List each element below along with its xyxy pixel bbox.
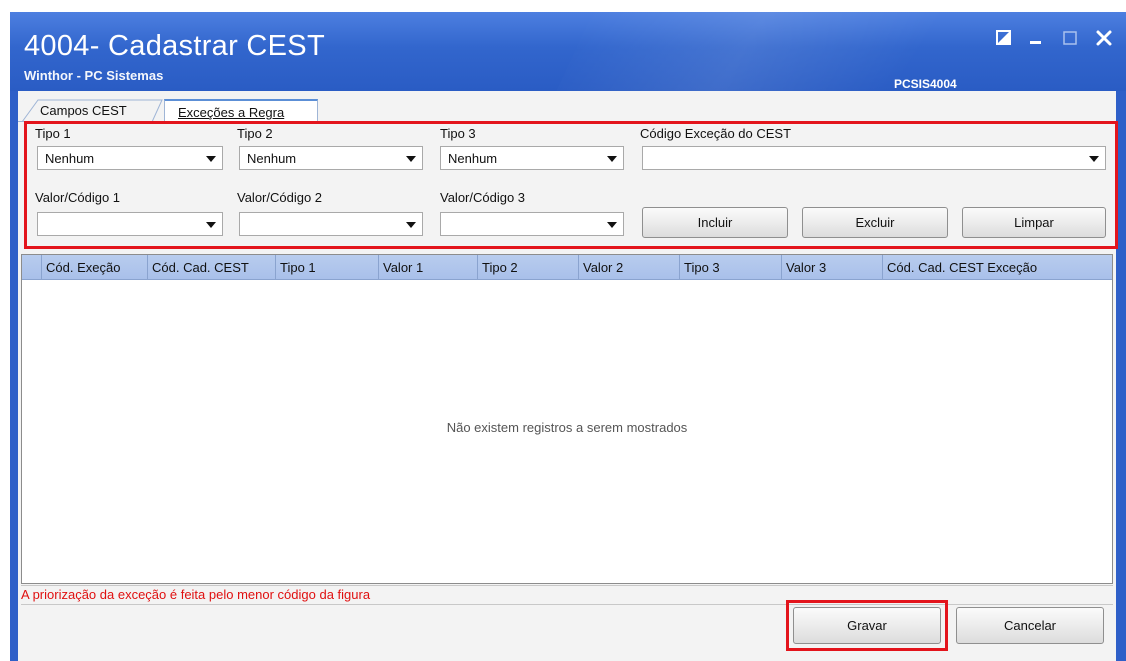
- tab-campos-cest[interactable]: Campos CEST: [22, 99, 168, 122]
- cancelar-button[interactable]: Cancelar: [956, 607, 1104, 644]
- window-title: 4004- Cadastrar CEST: [24, 30, 325, 62]
- window-subtitle: Winthor - PC Sistemas: [24, 68, 164, 83]
- grid-empty-message: Não existem registros a serem mostrados: [446, 420, 688, 435]
- tab-excecoes-regra[interactable]: Exceções a Regra: [164, 99, 318, 122]
- title-bar[interactable]: 4004- Cadastrar CEST Winthor - PC Sistem…: [10, 12, 1126, 91]
- column-header[interactable]: Valor 1: [378, 255, 477, 279]
- column-header[interactable]: Cód. Cad. CEST: [147, 255, 275, 279]
- window-frame-left: [10, 91, 18, 661]
- column-header[interactable]: Tipo 2: [477, 255, 578, 279]
- footer-divider: [21, 604, 1113, 605]
- column-header[interactable]: Valor 3: [781, 255, 882, 279]
- column-header[interactable]: Valor 2: [578, 255, 679, 279]
- priority-note: A priorização da exceção é feita pelo me…: [21, 585, 1113, 604]
- maximize-icon[interactable]: [1060, 28, 1080, 48]
- column-header[interactable]: Cód. Cad. CEST Exceção: [882, 255, 1112, 279]
- column-header[interactable]: Tipo 1: [275, 255, 378, 279]
- column-header[interactable]: Cód. Exeção: [41, 255, 147, 279]
- program-code: PCSIS4004: [894, 77, 957, 91]
- app-window: 4004- Cadastrar CEST Winthor - PC Sistem…: [0, 0, 1126, 661]
- save-highlight-box: [786, 600, 948, 651]
- grid-header: Cód. Exeção Cód. Cad. CEST Tipo 1 Valor …: [22, 255, 1112, 280]
- restore-icon[interactable]: [994, 28, 1014, 48]
- form-highlight-box: [24, 121, 1118, 249]
- minimize-icon[interactable]: [1026, 28, 1046, 48]
- window-content: Campos CEST Exceções a Regra Tipo 1 Nenh…: [18, 91, 1118, 661]
- close-icon[interactable]: [1094, 28, 1114, 48]
- column-header[interactable]: Tipo 3: [679, 255, 781, 279]
- tab-excecoes-label: Exceções a Regra: [178, 105, 285, 120]
- exceptions-grid[interactable]: Cód. Exeção Cód. Cad. CEST Tipo 1 Valor …: [21, 254, 1113, 584]
